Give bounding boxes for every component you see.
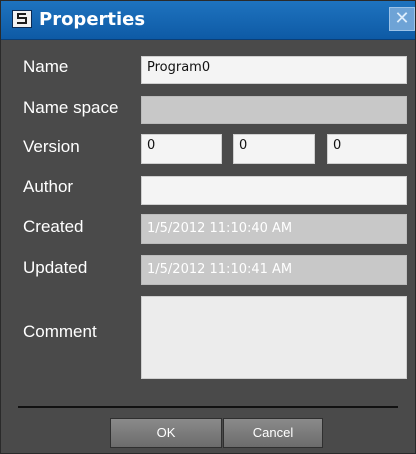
- updated-field: 1/5/2012 11:10:41 AM: [141, 255, 407, 285]
- dialog-title: Properties: [39, 9, 146, 30]
- comment-label: Comment: [23, 322, 97, 341]
- name-field[interactable]: Program0: [141, 56, 407, 84]
- properties-dialog: Properties ✕ Name Program0 Name space Ve…: [0, 0, 416, 454]
- comment-textarea[interactable]: [141, 296, 407, 379]
- namespace-field: [141, 96, 407, 124]
- close-button[interactable]: ✕: [389, 7, 415, 31]
- version-build-field[interactable]: 0: [327, 134, 407, 164]
- button-separator: [18, 406, 398, 408]
- author-label: Author: [23, 177, 74, 196]
- cancel-button[interactable]: Cancel: [223, 418, 323, 448]
- created-label: Created: [23, 217, 84, 236]
- updated-label: Updated: [23, 258, 88, 277]
- app-icon-graphic: [17, 13, 27, 24]
- created-field: 1/5/2012 11:10:40 AM: [141, 214, 407, 244]
- author-field[interactable]: [141, 176, 407, 205]
- ok-button[interactable]: OK: [110, 418, 222, 448]
- title-bar: Properties ✕: [1, 1, 415, 40]
- namespace-label: Name space: [23, 98, 119, 117]
- version-major-field[interactable]: 0: [141, 134, 222, 164]
- version-label: Version: [23, 137, 80, 156]
- app-icon: [12, 10, 32, 28]
- name-label: Name: [23, 57, 69, 76]
- version-minor-field[interactable]: 0: [233, 134, 315, 164]
